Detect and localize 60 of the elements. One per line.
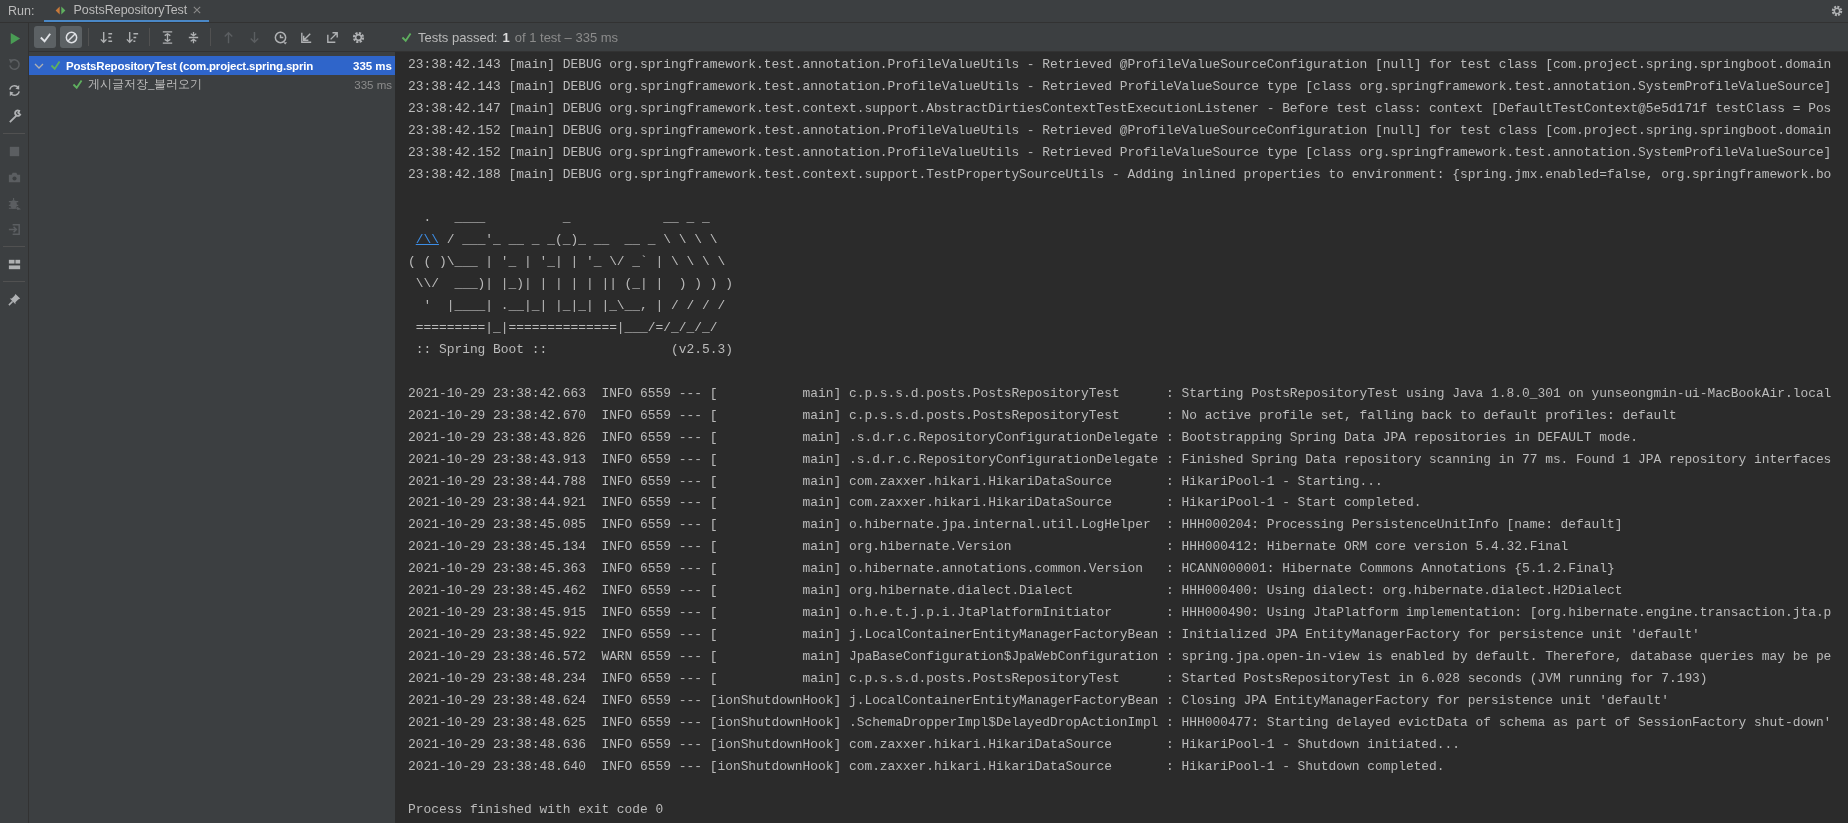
log-line: 23:38:42.152 [main] DEBUG org.springframework.test.annotation.ProfileValueUtils - Retrieved ProfileValueSource type [class org.springframework.test.annotation.SystemProfileValueSource]	[408, 144, 1832, 160]
run-label: Run:	[7, 4, 36, 18]
log-line: 2021-10-29 23:38:44.921 INFO 6559 --- [ main] com.zaxxer.hikari.HikariDataSource : HikariPool-1 - Start completed.	[408, 495, 1422, 511]
sort-icon	[98, 29, 114, 45]
bug-icon	[6, 195, 22, 211]
cancel-icon	[63, 29, 79, 45]
log-line: 2021-10-29 23:38:42.670 INFO 6559 --- [ main] c.p.s.s.d.posts.PostsRepositoryTest : No active profile set, falling back to default profiles: default	[408, 407, 1677, 423]
log-line: 2021-10-29 23:38:45.085 INFO 6559 --- [ main] o.hibernate.jpa.internal.util.LogHelper : HHH000204: Processing PersistenceUnitInfo [name: default]	[408, 517, 1623, 533]
log-line: 2021-10-29 23:38:43.826 INFO 6559 --- [ main] .s.d.r.c.RepositoryConfigurationDelegate : Bootstrapping Spring Data JPA repositories in DEFAULT mode.	[408, 429, 1638, 445]
test-name: PostsRepositoryTest (com.project.spring.sprin	[66, 59, 315, 72]
settings-button[interactable]	[1830, 4, 1844, 18]
log-line: 2021-10-29 23:38:45.922 INFO 6559 --- [ main] j.LocalContainerEntityManagerFactoryBean : Initialized JPA EntityManagerFactory for persistence unit 'default'	[408, 626, 1700, 642]
tree-row[interactable]: 게시글저장_불러오기 335 ms	[29, 75, 395, 94]
settings-icon	[350, 29, 366, 45]
log-line: 23:38:42.152 [main] DEBUG org.springframework.test.annotation.ProfileValueUtils - Retrieved @ProfileValueSourceConfiguration [null] for test class [com.project.spring.springboot.domain	[408, 122, 1832, 138]
log-line: 2021-10-29 23:38:43.913 INFO 6559 --- [ main] .s.d.r.c.RepositoryConfigurationDelegate : Finished Spring Data repository scanning in 77 ms. Found 1 JPA repository interfaces	[408, 451, 1832, 467]
banner-line: ' |____| .__|_| |_|_| |_\__, | / / / /	[422, 298, 726, 314]
banner-line: / ___'_ __ _ _(_)_ __ __ _ \ \ \ \	[445, 232, 718, 248]
log-line: 23:38:42.143 [main] DEBUG org.springframework.test.annotation.ProfileValueUtils - Retrieved @ProfileValueSourceConfiguration [null] for test class [com.project.spring.springboot.domain	[408, 57, 1832, 72]
banner-line: =========|_|==============|___/=/_/_/_/	[414, 320, 718, 336]
log-line: 2021-10-29 23:38:45.134 INFO 6559 --- [ main] org.hibernate.Version : HHH000412: Hibernate ORM core version 5.4.32.Final	[408, 539, 1569, 555]
status-detail: of 1 test – 335 ms	[514, 29, 619, 45]
exit-icon	[6, 221, 22, 237]
log-line: 2021-10-29 23:38:48.624 INFO 6559 --- [ionShutdownHook] j.LocalContainerEntityManagerFactoryBean : Closing JPA EntityManagerFactory for persistence unit 'default'	[408, 692, 1669, 708]
test-duration: 335 ms	[354, 78, 392, 91]
log-line: 2021-10-29 23:38:45.363 INFO 6559 --- [ main] o.hibernate.annotations.common.Version : HCANN000001: Hibernate Commons Annotations {5.1.2.Final}	[408, 561, 1615, 577]
test-duration: 335 ms	[353, 59, 392, 72]
clock-icon	[272, 29, 288, 45]
banner-link[interactable]: /\\	[415, 232, 439, 248]
status-label: Tests passed:	[418, 29, 498, 45]
cancel-button[interactable]	[60, 26, 82, 48]
banner-line: :: Spring Boot :: (v2.5.3)	[414, 342, 733, 357]
log-line: 2021-10-29 23:38:48.234 INFO 6559 --- [ main] c.p.s.s.d.posts.PostsRepositoryTest : Started PostsRepositoryTest in 6.028 seconds (JVM running for 7.193)	[408, 670, 1708, 686]
banner-line: . ____ _ __ _ _	[422, 210, 710, 226]
pin-icon	[6, 291, 22, 307]
test-name: 게시글저장_불러오기	[88, 77, 204, 92]
log-line: 2021-10-29 23:38:42.663 INFO 6559 --- [ main] c.p.s.s.d.posts.PostsRepositoryTest : Starting PostsRepositoryTest using Java 1.8.0_301 on yunseongmin-ui-MacBookAir.local	[408, 385, 1832, 401]
log-line: 23:38:42.147 [main] DEBUG org.springframework.test.context.support.AbstractDirtiesContextTestExecutionListener - Before test class: context [DefaultTestContext@5e5d171f testClass = Pos	[408, 100, 1832, 116]
wrench-icon	[6, 108, 22, 124]
settings-icon	[1830, 4, 1844, 18]
passed-count: 1	[502, 29, 510, 45]
sort-icon	[124, 29, 140, 45]
log-line: 23:38:42.143 [main] DEBUG org.springframework.test.annotation.ProfileValueUtils - Retrieved ProfileValueSource type [class org.springframework.test.annotation.SystemProfileValueSource]	[408, 78, 1832, 94]
banner-line: ( ( )\___ | '_ | '_| | '_ \/ _` | \ \ \ \	[408, 254, 726, 270]
exit-message: Process finished with exit code 0	[408, 802, 664, 818]
export-icon	[324, 29, 340, 45]
log-line: 2021-10-29 23:38:45.915 INFO 6559 --- [ main] o.h.e.t.j.p.i.JtaPlatformInitiator : HHH000490: Using JtaPlatform implementation: [org.hibernate.engine.transaction.jta.p	[408, 605, 1832, 621]
banner-line: \\/ ___)| |_)| | | | | || (_| | ) ) ) )	[414, 276, 733, 292]
log-line: 2021-10-29 23:38:48.625 INFO 6559 --- [ionShutdownHook] .SchemaDropperImpl$DelayedDropActionImpl : HHH000477: Starting delayed evictData of schema as part of SessionFactory shut-down'	[408, 714, 1832, 730]
log-line: 23:38:42.188 [main] DEBUG org.springframework.test.context.support.TestPropertySourceUtils - Adding inlined properties to environment: {spring.jmx.enabled=false, org.springframework.bo	[408, 166, 1832, 182]
refresh-icon	[6, 82, 22, 98]
log-line: 2021-10-29 23:38:48.640 INFO 6559 --- [ionShutdownHook] com.zaxxer.hikari.HikariDataSource : HikariPool-1 - Shutdown completed.	[408, 758, 1445, 774]
log-line: 2021-10-29 23:38:48.636 INFO 6559 --- [ionShutdownHook] com.zaxxer.hikari.HikariDataSource : HikariPool-1 - Shutdown initiated...	[408, 736, 1461, 752]
rerun-icon	[6, 56, 22, 72]
tree-row[interactable]: PostsRepositoryTest (com.project.spring.sprin 335 ms	[29, 56, 395, 75]
log-line: 2021-10-29 23:38:44.788 INFO 6559 --- [ main] com.zaxxer.hikari.HikariDataSource : HikariPool-1 - Starting...	[408, 473, 1383, 489]
close-icon	[193, 6, 202, 14]
check-button[interactable]	[34, 26, 56, 48]
log-line: 2021-10-29 23:38:46.572 WARN 6559 --- [ main] JpaBaseConfiguration$JpaWebConfiguration : spring.jpa.open-in-view is enabled by default. Therefore, database queries may be pe	[408, 648, 1832, 664]
log-line: 2021-10-29 23:38:45.462 INFO 6559 --- [ main] org.hibernate.dialect.Dialect : HHH000400: Using dialect: org.hibernate.dialect.H2Dialect	[408, 583, 1623, 599]
